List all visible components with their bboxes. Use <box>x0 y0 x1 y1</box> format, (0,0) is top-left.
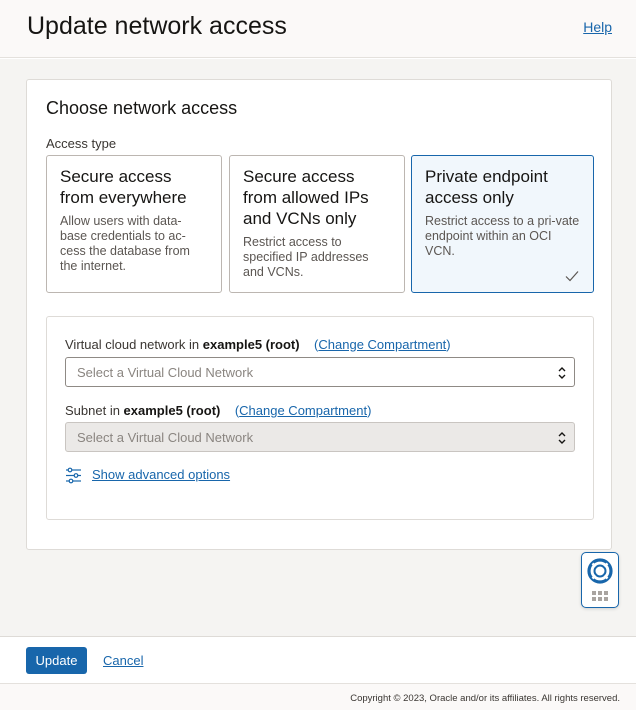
vcn-label-text: Virtual cloud network in <box>65 337 203 352</box>
help-widget <box>581 552 619 608</box>
checkmark-icon <box>565 271 579 282</box>
chevron-up-down-icon <box>558 432 566 444</box>
option-description: Restrict access to specified IP addresse… <box>243 235 369 279</box>
lifebuoy-icon[interactable] <box>586 557 614 585</box>
vcn-select[interactable]: Select a Virtual Cloud Network <box>65 357 575 387</box>
vcn-compartment: example5 (root) <box>202 337 300 352</box>
page-title: Update network access <box>27 12 287 40</box>
option-description: Restrict access to a pri-vate endpoint w… <box>425 214 580 258</box>
sliders-icon <box>66 467 81 484</box>
network-access-panel: Choose network access Access type Secure… <box>26 79 612 550</box>
update-button[interactable]: Update <box>26 647 87 674</box>
access-option-everywhere[interactable]: Secure access from everywhere Allow user… <box>46 155 222 293</box>
copyright-bar: Copyright © 2023, Oracle and/or its affi… <box>0 683 636 710</box>
subnet-field-label: Subnet in example5 (root) (Change Compar… <box>65 403 372 418</box>
vcn-select-placeholder: Select a Virtual Cloud Network <box>77 365 254 380</box>
copyright-text: Copyright © 2023, Oracle and/or its affi… <box>350 693 620 704</box>
form-footer: Update Cancel <box>0 636 636 683</box>
drag-handle-icon[interactable] <box>591 590 609 602</box>
option-title: Private endpoint access only <box>425 167 548 207</box>
private-endpoint-config: Virtual cloud network in example5 (root)… <box>46 316 594 520</box>
help-link[interactable]: Help <box>583 19 612 35</box>
subnet-compartment: example5 (root) <box>123 403 221 418</box>
content-area: Choose network access Access type Secure… <box>0 59 636 636</box>
subnet-change-compartment-link[interactable]: Change Compartment <box>239 403 367 418</box>
option-title: Secure access from everywhere <box>60 167 187 207</box>
access-option-private-endpoint[interactable]: Private endpoint access only Restrict ac… <box>411 155 594 293</box>
page-header: Update network access Help <box>0 0 636 58</box>
advanced-options-label: Show advanced options <box>92 467 231 482</box>
cancel-link[interactable]: Cancel <box>103 653 143 668</box>
access-option-allowed-ips[interactable]: Secure access from allowed IPs and VCNs … <box>229 155 405 293</box>
access-type-label: Access type <box>46 136 117 151</box>
vcn-change-compartment-link[interactable]: Change Compartment <box>318 337 446 352</box>
access-type-options: Secure access from everywhere Allow user… <box>46 155 594 293</box>
subnet-label-text: Subnet in <box>65 403 124 418</box>
option-description: Allow users with data-base credentials t… <box>60 214 190 273</box>
option-title: Secure access from allowed IPs and VCNs … <box>243 167 369 228</box>
chevron-up-down-icon <box>558 367 566 379</box>
subnet-select[interactable]: Select a Virtual Cloud Network <box>65 422 575 452</box>
vcn-field-label: Virtual cloud network in example5 (root)… <box>65 337 451 352</box>
subnet-select-placeholder: Select a Virtual Cloud Network <box>77 430 254 445</box>
section-title: Choose network access <box>46 98 238 118</box>
